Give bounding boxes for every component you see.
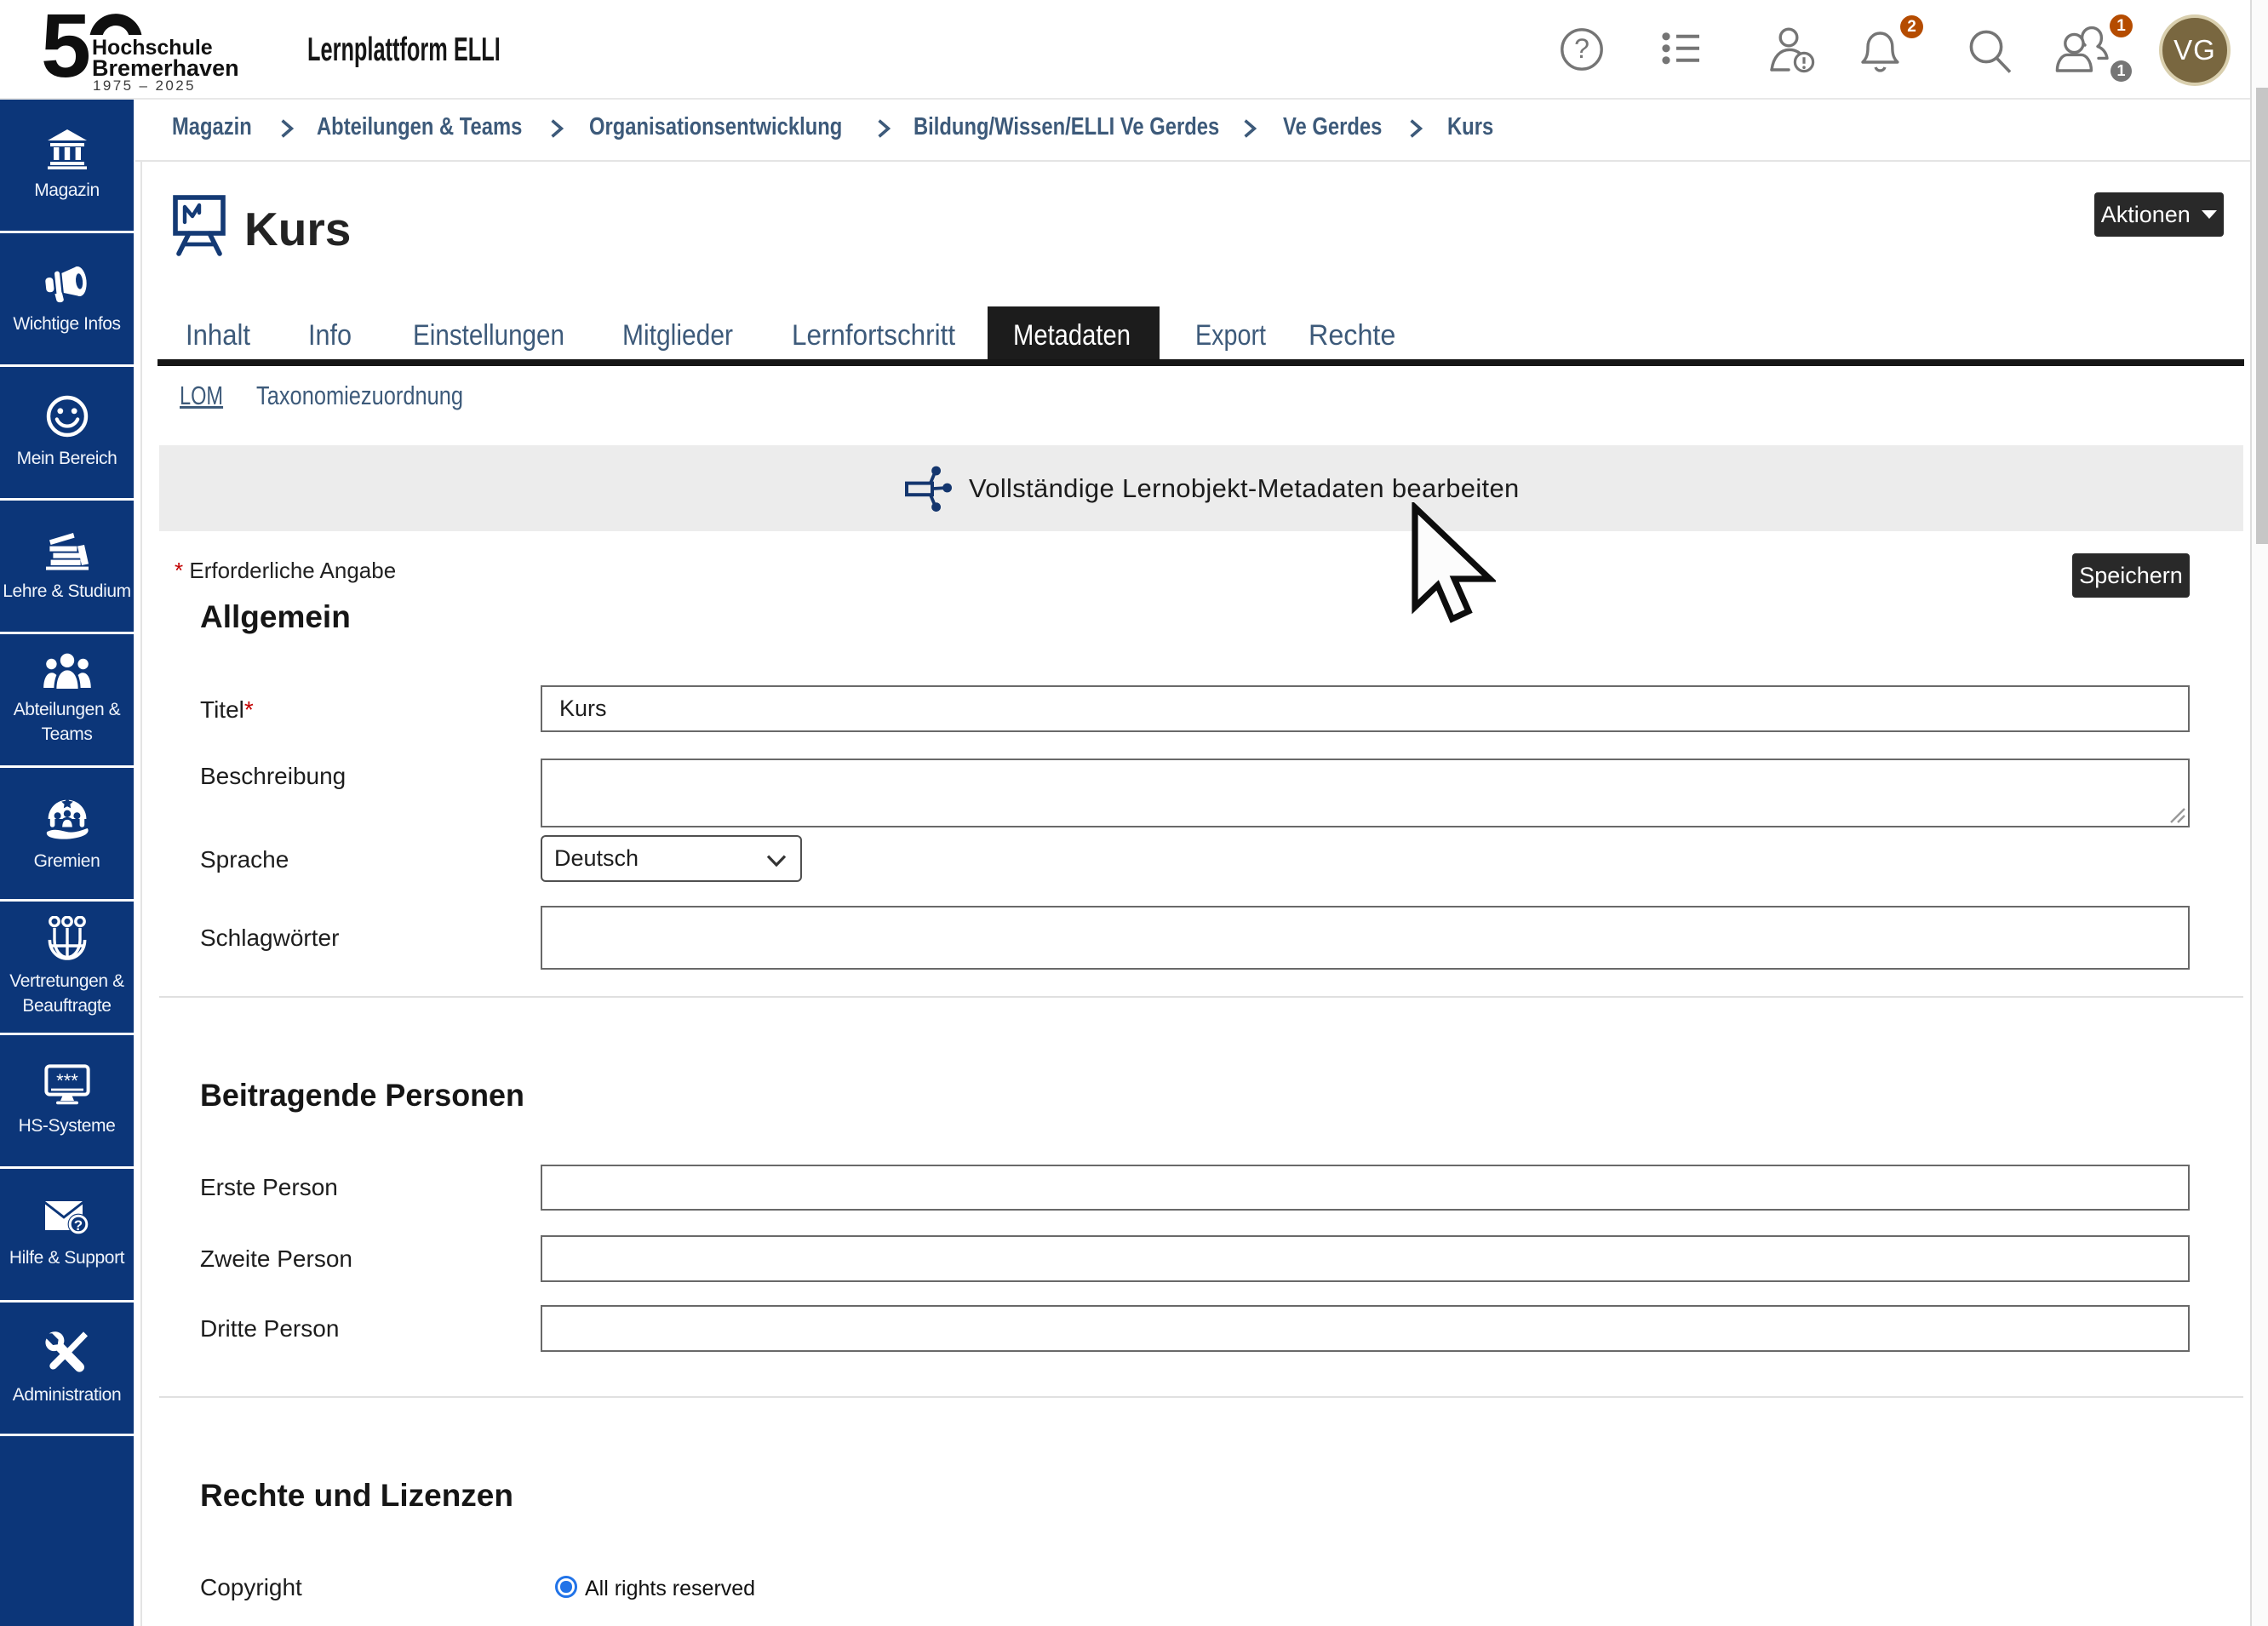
svg-text:?: ?: [1574, 33, 1589, 64]
svg-text:?: ?: [73, 1217, 82, 1234]
svg-text:***: ***: [56, 1069, 78, 1091]
